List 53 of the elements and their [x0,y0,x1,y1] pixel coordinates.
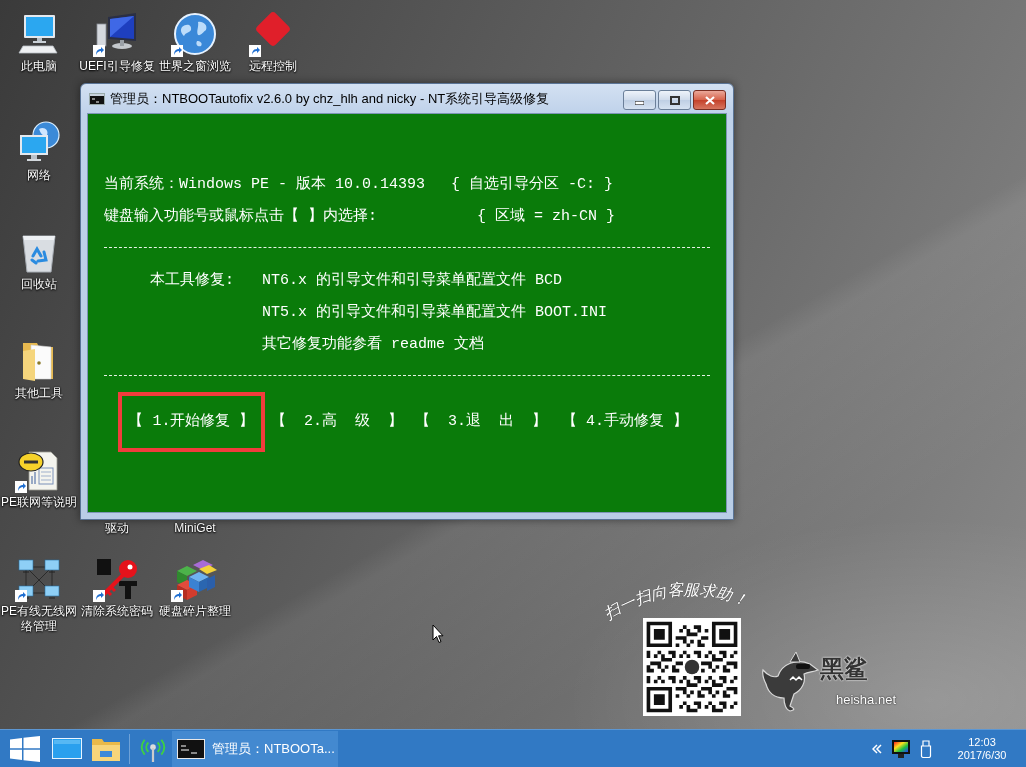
brand-site: heisha.net [836,692,896,708]
desktop-icon-label[interactable]: 其他工具 [0,386,78,401]
close-icon [704,95,715,105]
desktop-icon-label[interactable]: UEFI引导修复 [78,59,156,74]
console-text: NT5.x 的引导文件和引导菜单配置文件 BOOT.INI [262,302,608,323]
console-text: 当前系统：Windows PE - 版本 10.0.14393 [104,174,426,195]
desktop-icon-label[interactable]: 硬盘碎片整理 [156,604,234,619]
clock-date: 2017/6/30 [957,748,1007,762]
network-diagram-icon[interactable] [17,557,61,601]
desktop-icon-label[interactable]: 清除系统密码 [78,604,156,619]
desktop-icon-label[interactable]: 网络 [0,168,78,183]
desktop-icon-label[interactable]: 世界之窗浏览 [156,59,234,74]
document-icon[interactable] [17,448,61,492]
globe-icon[interactable] [173,12,217,56]
computer-icon[interactable] [17,12,61,56]
minimize-icon [635,100,644,105]
key-icon[interactable] [95,557,139,601]
console-option[interactable]: 【 1.开始修复 】 [118,392,265,452]
console-option[interactable]: 【 4.手动修复 】 [553,392,697,452]
console-text: 本工具修复: [150,272,234,289]
desktop-icon-label[interactable]: 此电脑 [0,59,78,74]
start-button[interactable] [10,735,40,762]
display-icon[interactable] [892,739,910,758]
desktop-icon-label[interactable]: PE有线无线网络管理 [0,604,78,634]
mouse-pointer-icon [432,624,444,644]
qr-code-icon [643,617,741,717]
console-text: { 区域 = zh-CN } [477,206,616,227]
brand-name: 黑鲨 [820,654,868,684]
wallpaper-slogan: 扫一扫向客服求助！ [601,580,751,623]
console-text: NT6.x 的引导文件和引导菜单配置文件 BCD [262,270,562,291]
desktop-icon-label[interactable]: 回收站 [0,277,78,292]
desktop-icon-label[interactable]: MiniGet [156,521,234,536]
console-option[interactable]: 【 2.高 级 】 [265,392,409,452]
window-panes-icon [10,735,40,762]
desktop-icon-label[interactable]: 驱动 [78,521,156,536]
window-title: 管理员：NTBOOTautofix v2.6.0 by chz_hlh and nicky - NT系统引导高级修复 [110,89,550,108]
clock-time: 12:03 [968,735,996,749]
minimize-button[interactable] [623,90,656,110]
console-option[interactable]: 【 3.退 出 】 [409,392,553,452]
console-text: 键盘输入功能号或鼠标点击【 】内选择: [104,206,377,227]
desktop-icon-label[interactable]: PE联网等说明 [0,495,78,510]
taskbar-task[interactable]: 管理员：NTBOOTa... [172,730,338,767]
console-icon [177,738,205,759]
usb-drive-icon[interactable] [920,739,932,758]
console-text: 其它修复功能参看 readme 文档 [262,334,484,355]
maximize-icon [669,95,680,105]
maximize-button[interactable] [658,90,691,110]
close-button[interactable] [693,90,726,110]
shark-icon [760,650,820,712]
console-text: { 自选引导分区 -C: } [451,174,614,195]
console-icon [89,92,105,105]
desktop-icon-label[interactable]: 远程控制 [234,59,312,74]
chevron-left-icon[interactable] [872,743,882,754]
